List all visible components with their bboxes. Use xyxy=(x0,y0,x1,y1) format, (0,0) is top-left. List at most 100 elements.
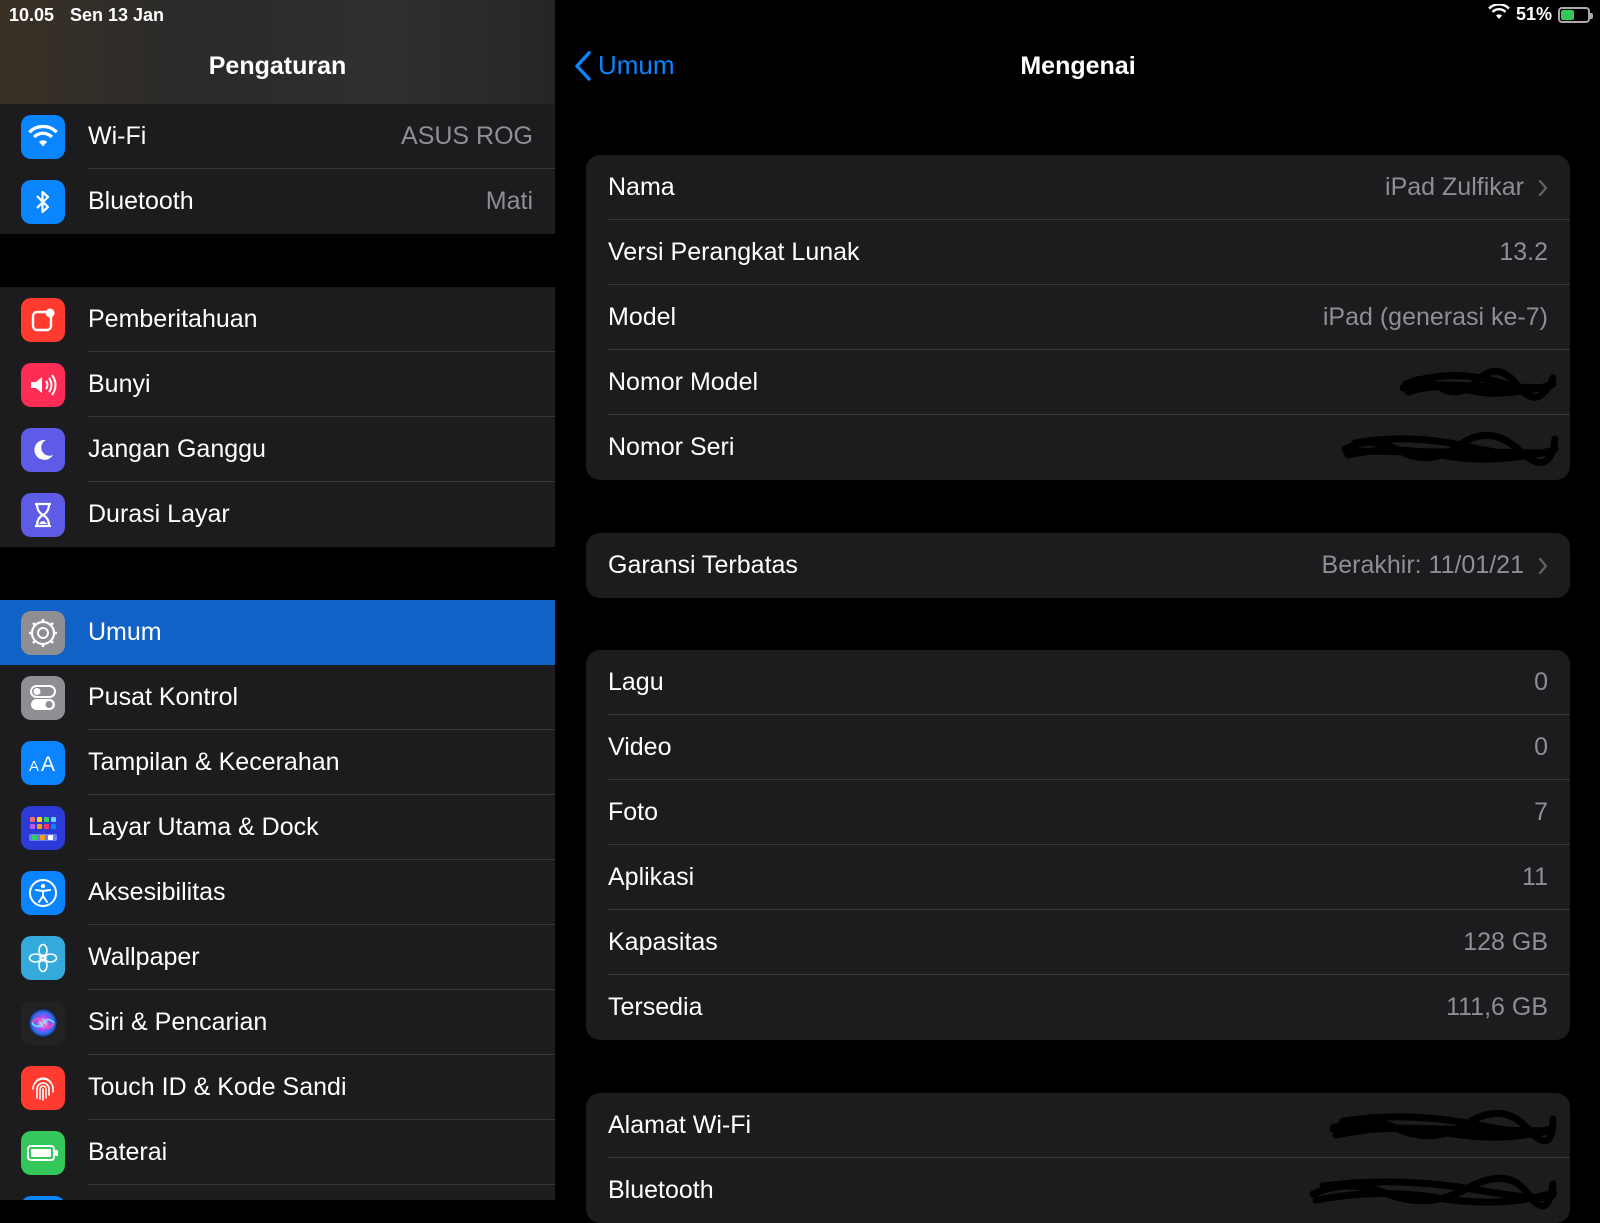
sidebar-item-battery[interactable]: Baterai xyxy=(0,1120,555,1185)
model-number-row: Nomor Model xyxy=(586,350,1570,415)
sidebar-group-notifications: Pemberitahuan Bunyi Jangan Ganggu Durasi… xyxy=(0,287,555,547)
videos-row: Video 0 xyxy=(586,715,1570,780)
warranty-section: Garansi Terbatas Berakhir: 11/01/21 xyxy=(586,533,1570,598)
row-label: Tersedia xyxy=(608,993,703,1021)
sidebar-item-label: Jangan Ganggu xyxy=(88,435,266,463)
battery-status-icon xyxy=(1558,6,1593,23)
available-row: Tersedia 111,6 GB xyxy=(586,975,1570,1040)
sidebar-item-sound[interactable]: Bunyi xyxy=(0,352,555,417)
accessibility-icon xyxy=(21,870,65,915)
redacted-scribble xyxy=(1329,1109,1557,1145)
sidebar-item-label: Tampilan & Kecerahan xyxy=(88,748,340,776)
sidebar-item-label: Bunyi xyxy=(88,370,151,398)
sidebar-item-general[interactable]: Umum xyxy=(0,600,555,665)
status-bar: 10.05 Sen 13 Jan 51% xyxy=(0,0,1600,28)
sidebar-item-touch-id-passcode[interactable]: Touch ID & Kode Sandi xyxy=(0,1055,555,1120)
sidebar-item-do-not-disturb[interactable]: Jangan Ganggu xyxy=(0,417,555,482)
bluetooth-status-value: Mati xyxy=(485,187,533,215)
capacity-value: 128 GB xyxy=(1463,928,1548,956)
sidebar-item-wallpaper[interactable]: Wallpaper xyxy=(0,925,555,990)
media-storage-section: Lagu 0 Video 0 Foto 7 Aplikasi 11 Kapasi… xyxy=(586,650,1570,1040)
available-value: 111,6 GB xyxy=(1446,993,1548,1021)
capacity-row: Kapasitas 128 GB xyxy=(586,910,1570,975)
software-version-row: Versi Perangkat Lunak 13.2 xyxy=(586,220,1570,285)
sidebar-item-wifi[interactable]: Wi-Fi ASUS ROG xyxy=(0,104,555,169)
serial-number-row: Nomor Seri xyxy=(586,415,1570,480)
sidebar-item-label: Pusat Kontrol xyxy=(88,683,239,711)
row-label: Lagu xyxy=(608,668,664,696)
chevron-right-icon xyxy=(1538,179,1548,196)
sidebar-item-siri-search[interactable]: Siri & Pencarian xyxy=(0,990,555,1055)
sidebar-item-label: Wallpaper xyxy=(88,943,200,971)
sidebar-item-display-brightness[interactable]: AA Tampilan & Kecerahan xyxy=(0,730,555,795)
network-address-section: Alamat Wi-Fi Bluetooth xyxy=(586,1093,1570,1223)
status-time: 10.05 xyxy=(9,5,55,25)
redacted-scribble xyxy=(1309,1174,1557,1210)
limited-warranty-row[interactable]: Garansi Terbatas Berakhir: 11/01/21 xyxy=(586,533,1570,598)
sidebar-item-home-screen-dock[interactable]: Layar Utama & Dock xyxy=(0,795,555,860)
battery-icon xyxy=(21,1130,65,1175)
sidebar-item-label: Wi-Fi xyxy=(88,122,147,150)
toggles-icon xyxy=(21,675,65,720)
row-label: Model xyxy=(608,303,677,331)
wifi-address-row: Alamat Wi-Fi xyxy=(586,1093,1570,1158)
device-name-value: iPad Zulfikar xyxy=(1385,173,1524,201)
notifications-icon xyxy=(21,297,65,342)
model-row: Model iPad (generasi ke-7) xyxy=(586,285,1570,350)
sound-icon xyxy=(21,362,65,407)
display-icon: AA xyxy=(21,740,65,785)
row-label: Nama xyxy=(608,173,675,201)
sidebar-item-label: Siri & Pencarian xyxy=(88,1008,268,1036)
svg-text:A: A xyxy=(41,753,55,775)
sidebar-item-control-center[interactable]: Pusat Kontrol xyxy=(0,665,555,730)
software-version-value: 13.2 xyxy=(1499,238,1548,266)
siri-icon xyxy=(21,1000,65,1045)
wifi-signal-icon xyxy=(1488,3,1510,25)
model-value: iPad (generasi ke-7) xyxy=(1322,303,1548,331)
chevron-right-icon xyxy=(1538,557,1548,574)
row-label: Kapasitas xyxy=(608,928,718,956)
sidebar-item-notifications[interactable]: Pemberitahuan xyxy=(0,287,555,352)
warranty-expiry-value: Berakhir: 11/01/21 xyxy=(1321,551,1524,579)
songs-value: 0 xyxy=(1534,668,1548,696)
sidebar-item-screen-time[interactable]: Durasi Layar xyxy=(0,482,555,547)
device-info-section: Nama iPad Zulfikar Versi Perangkat Lunak… xyxy=(586,155,1570,480)
sidebar-item-label: Pemberitahuan xyxy=(88,305,258,333)
videos-value: 0 xyxy=(1534,733,1548,761)
page-title: Mengenai xyxy=(1020,52,1136,80)
sidebar-item-bluetooth[interactable]: Bluetooth Mati xyxy=(0,169,555,234)
sidebar-item-label: Umum xyxy=(88,618,162,646)
row-label: Foto xyxy=(608,798,659,826)
sidebar-item-label: Aksesibilitas xyxy=(88,878,226,906)
wifi-network-value: ASUS ROG xyxy=(401,122,533,150)
songs-row: Lagu 0 xyxy=(586,650,1570,715)
sidebar-item-label: Touch ID & Kode Sandi xyxy=(88,1073,347,1101)
sidebar-item-accessibility[interactable]: Aksesibilitas xyxy=(0,860,555,925)
sidebar-item-label: Layar Utama & Dock xyxy=(88,813,319,841)
name-row[interactable]: Nama iPad Zulfikar xyxy=(586,155,1570,220)
settings-sidebar: Pengaturan Wi-Fi ASUS ROG Bluetooth Mati… xyxy=(0,0,555,1200)
home-grid-icon xyxy=(21,805,65,850)
photos-value: 7 xyxy=(1534,798,1548,826)
gear-icon xyxy=(21,610,65,655)
moon-icon xyxy=(21,427,65,472)
sidebar-item-label: Durasi Layar xyxy=(88,500,230,528)
status-right: 51% xyxy=(1488,3,1593,25)
about-panel: Umum Mengenai Nama iPad Zulfikar Versi P… xyxy=(556,0,1600,1223)
sidebar-group-connectivity: Wi-Fi ASUS ROG Bluetooth Mati xyxy=(0,104,555,234)
row-label: Aplikasi xyxy=(608,863,695,891)
sidebar-group-general: Umum Pusat Kontrol AA Tampilan & Kecerah… xyxy=(0,600,555,1200)
row-label: Nomor Model xyxy=(608,368,759,396)
bluetooth-icon xyxy=(21,179,65,224)
wifi-icon xyxy=(21,114,65,159)
sidebar-title: Pengaturan xyxy=(208,52,347,80)
photos-row: Foto 7 xyxy=(586,780,1570,845)
row-label: Garansi Terbatas xyxy=(608,551,798,579)
redacted-scribble xyxy=(1341,431,1559,466)
sidebar-item-partial[interactable] xyxy=(0,1185,555,1200)
row-label: Versi Perangkat Lunak xyxy=(608,238,860,266)
hourglass-icon xyxy=(21,492,65,537)
applications-row: Aplikasi 11 xyxy=(586,845,1570,910)
row-label: Alamat Wi-Fi xyxy=(608,1111,752,1139)
privacy-icon xyxy=(21,1195,65,1200)
